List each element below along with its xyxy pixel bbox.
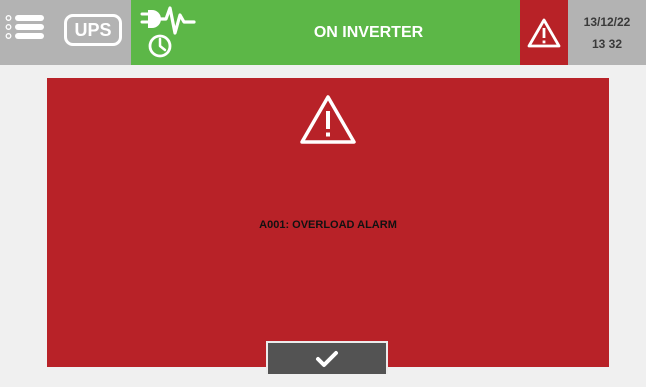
- acknowledge-button[interactable]: [266, 341, 388, 374]
- alarm-button[interactable]: [520, 0, 568, 65]
- ups-status-panel[interactable]: ON INVERTER: [131, 0, 520, 65]
- warning-triangle-icon: [300, 95, 356, 144]
- date-time-display: 13/12/22 13 32: [568, 0, 646, 65]
- time-text: 13 32: [591, 36, 623, 51]
- menu-list-icon: [5, 15, 44, 39]
- menu-button[interactable]: [5, 13, 45, 47]
- warning-triangle-icon: [527, 18, 561, 47]
- date-text: 13/12/22: [583, 14, 631, 29]
- ups-button[interactable]: UPS: [64, 14, 122, 46]
- checkmark-icon: [316, 350, 338, 367]
- main-content: A001: OVERLOAD ALARM: [0, 65, 646, 387]
- status-label: ON INVERTER: [313, 23, 424, 41]
- top-bar: UPS ON INVERTER 13/12/22 13 32: [0, 0, 646, 65]
- alarm-panel: A001: OVERLOAD ALARM: [47, 78, 609, 367]
- alarm-message: A001: OVERLOAD ALARM: [259, 219, 397, 231]
